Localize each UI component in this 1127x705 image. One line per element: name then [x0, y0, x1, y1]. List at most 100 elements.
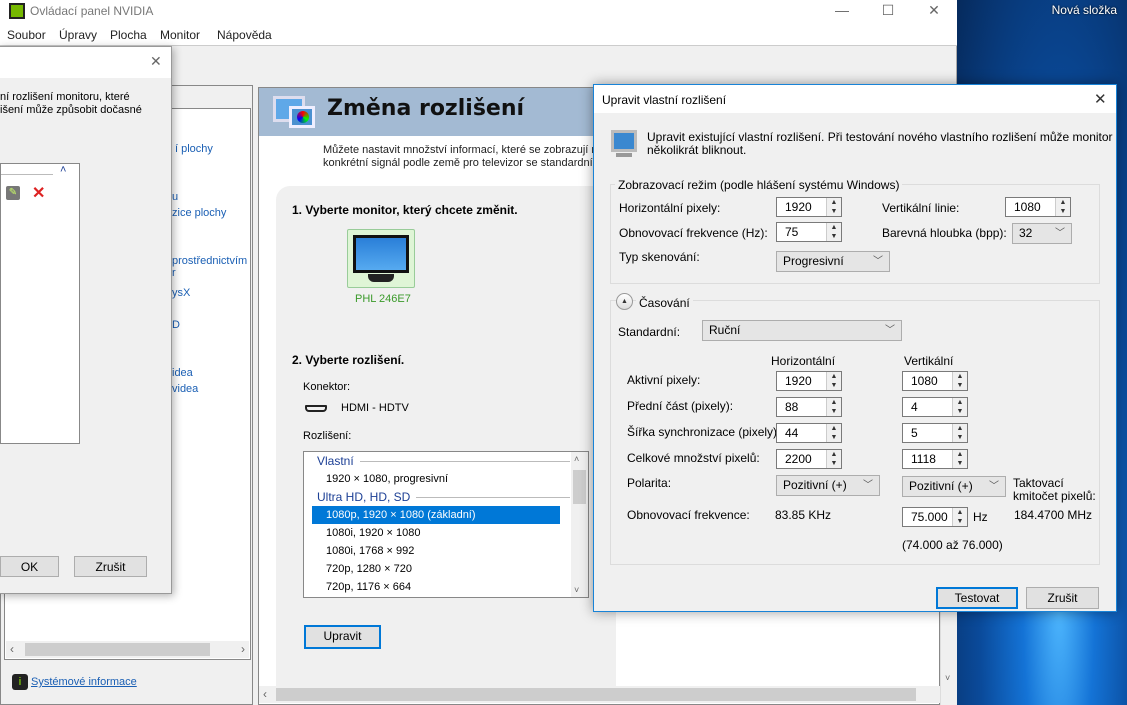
scroll-right-icon[interactable]: ›: [241, 642, 245, 656]
pixel-clock-label-line: kmitočet pixelů:: [1013, 489, 1096, 503]
custom-resolution-dialog: ✕ ní rozlišení monitoru, které išení můž…: [0, 46, 172, 594]
color-depth-select[interactable]: 32 ﹀: [1012, 223, 1072, 244]
connector-label: Konektor:: [303, 381, 351, 393]
edit-button[interactable]: Upravit: [304, 625, 381, 649]
close-icon[interactable]: ✕: [150, 53, 162, 70]
minimize-button[interactable]: —: [819, 0, 865, 22]
spin-arrows-icon[interactable]: ▲ ▼: [826, 398, 841, 416]
collapse-timing-button[interactable]: ▲: [616, 293, 633, 310]
polarity-v-value: Pozitivní (+): [909, 479, 973, 493]
stepper-value[interactable]: 44: [777, 424, 826, 442]
display-settings-icon: [273, 96, 317, 130]
ok-button[interactable]: OK: [0, 556, 59, 577]
monitor-tile[interactable]: [347, 229, 415, 288]
list-item[interactable]: 720p, 1176 × 664: [312, 578, 560, 596]
close-button[interactable]: ✕: [911, 0, 957, 22]
tree-link[interactable]: u: [172, 191, 178, 203]
timing-legend: Časování: [636, 296, 693, 310]
menu-monitor[interactable]: Monitor: [160, 28, 200, 42]
front-porch-v-stepper[interactable]: 4 ▲ ▼: [902, 397, 968, 417]
spin-arrows-icon[interactable]: ▲ ▼: [826, 372, 841, 390]
stepper-value[interactable]: 88: [777, 398, 826, 416]
stepper-value[interactable]: 75.000: [903, 508, 952, 526]
delete-icon[interactable]: ✕: [32, 183, 45, 203]
spin-arrows-icon[interactable]: ▲ ▼: [826, 450, 841, 468]
stepper-value[interactable]: 1118: [903, 450, 952, 468]
v-lines-stepper[interactable]: 1080 ▲ ▼: [1005, 197, 1071, 217]
menu-soubor[interactable]: Soubor: [7, 28, 46, 42]
maximize-button[interactable]: ☐: [865, 0, 911, 22]
scroll-down-icon[interactable]: ˅: [945, 673, 950, 683]
system-info-link[interactable]: Systémové informace: [31, 676, 137, 688]
total-v-stepper[interactable]: 1118 ▲ ▼: [902, 449, 968, 469]
tree-link[interactable]: zice plochy: [172, 207, 226, 219]
active-v-stepper[interactable]: 1080 ▲ ▼: [902, 371, 968, 391]
monitor-name: PHL 246E7: [355, 293, 411, 305]
spin-arrows-icon[interactable]: ▲ ▼: [952, 424, 967, 442]
scroll-down-icon[interactable]: ˅: [574, 585, 579, 595]
menu-napoveda[interactable]: Nápověda: [217, 28, 272, 42]
chevron-down-icon: ﹀: [989, 481, 999, 492]
v-lines-value[interactable]: 1080: [1006, 198, 1055, 216]
polarity-v-select[interactable]: Pozitivní (+) ﹀: [902, 476, 1006, 497]
stepper-value[interactable]: 5: [903, 424, 952, 442]
sync-width-v-stepper[interactable]: 5 ▲ ▼: [902, 423, 968, 443]
tree-link[interactable]: í plochy: [175, 143, 213, 155]
edit-pencil-icon[interactable]: ✎: [6, 186, 20, 200]
horizontal-scrollbar[interactable]: ‹ ›: [6, 641, 249, 658]
v-frequency-stepper[interactable]: 75.000 ▲ ▼: [902, 507, 968, 527]
spin-arrows-icon[interactable]: ▲ ▼: [826, 424, 841, 442]
tree-link[interactable]: idea: [172, 367, 193, 379]
scroll-thumb[interactable]: [25, 643, 210, 656]
refresh-value[interactable]: 75: [777, 223, 826, 241]
horizontal-scrollbar[interactable]: ‹: [259, 686, 940, 703]
spin-arrows-icon[interactable]: ▲ ▼: [952, 398, 967, 416]
menu-upravy[interactable]: Úpravy: [59, 28, 97, 42]
test-button[interactable]: Testovat: [936, 587, 1018, 609]
listbox-scrollbar[interactable]: ˄ ˅: [571, 452, 588, 597]
stepper-value[interactable]: 4: [903, 398, 952, 416]
spin-arrows-icon[interactable]: ▲ ▼: [826, 198, 841, 216]
spin-arrows-icon[interactable]: ▲ ▼: [952, 450, 967, 468]
refresh-stepper[interactable]: 75 ▲ ▼: [776, 222, 842, 242]
active-h-stepper[interactable]: 1920 ▲ ▼: [776, 371, 842, 391]
scroll-left-icon[interactable]: ‹: [263, 687, 267, 701]
scroll-thumb[interactable]: [276, 688, 916, 701]
polarity-h-select[interactable]: Pozitivní (+) ﹀: [776, 475, 880, 496]
cancel-button[interactable]: Zrušit: [74, 556, 147, 577]
tree-link[interactable]: videa: [172, 383, 198, 395]
list-item-selected[interactable]: 1080p, 1920 × 1080 (základní): [312, 506, 560, 524]
h-pixels-value[interactable]: 1920: [777, 198, 826, 216]
sync-width-h-stepper[interactable]: 44 ▲ ▼: [776, 423, 842, 443]
scroll-thumb[interactable]: [573, 470, 586, 504]
cancel-button[interactable]: Zrušit: [1026, 587, 1099, 609]
scan-type-select[interactable]: Progresivní ﹀: [776, 251, 890, 272]
desktop-folder-label[interactable]: Nová složka: [1052, 3, 1117, 17]
scroll-up-icon[interactable]: ˄: [574, 454, 579, 464]
standard-select[interactable]: Ruční ﹀: [702, 320, 902, 341]
tree-link[interactable]: ysX: [172, 287, 190, 299]
collapse-icon[interactable]: ˄: [60, 164, 66, 176]
list-item[interactable]: 1080i, 1920 × 1080: [312, 524, 560, 542]
menu-plocha[interactable]: Plocha: [110, 28, 147, 42]
list-item[interactable]: 1920 × 1080, progresivní: [312, 470, 560, 488]
tree-link[interactable]: D: [172, 319, 180, 331]
close-icon[interactable]: ✕: [1094, 90, 1107, 108]
scroll-left-icon[interactable]: ‹: [10, 642, 14, 656]
custom-resolution-list[interactable]: ˄ ✎ ✕: [0, 163, 80, 444]
stepper-value[interactable]: 1920: [777, 372, 826, 390]
spin-arrows-icon[interactable]: ▲ ▼: [1055, 198, 1070, 216]
list-item[interactable]: 1080i, 1768 × 992: [312, 542, 560, 560]
stepper-value[interactable]: 1080: [903, 372, 952, 390]
tree-link[interactable]: prostřednictvím r: [172, 255, 250, 279]
list-item[interactable]: 720p, 1280 × 720: [312, 560, 560, 578]
resolution-listbox[interactable]: Vlastní 1920 × 1080, progresivní Ultra H…: [303, 451, 589, 598]
spin-arrows-icon[interactable]: ▲ ▼: [952, 372, 967, 390]
chevron-down-icon: ﹀: [1055, 228, 1065, 239]
stepper-value[interactable]: 2200: [777, 450, 826, 468]
h-pixels-stepper[interactable]: 1920 ▲ ▼: [776, 197, 842, 217]
spin-arrows-icon[interactable]: ▲ ▼: [826, 223, 841, 241]
front-porch-h-stepper[interactable]: 88 ▲ ▼: [776, 397, 842, 417]
total-h-stepper[interactable]: 2200 ▲ ▼: [776, 449, 842, 469]
spin-arrows-icon[interactable]: ▲ ▼: [952, 508, 967, 526]
